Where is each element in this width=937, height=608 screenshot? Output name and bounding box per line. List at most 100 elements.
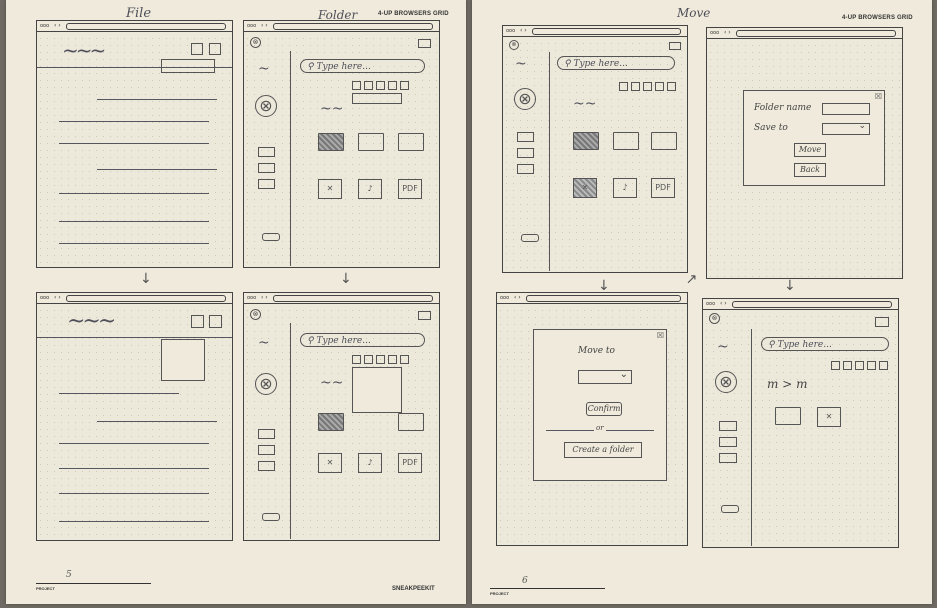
search-input[interactable]: ⚲ Type here... xyxy=(300,333,425,347)
sidebar-item[interactable] xyxy=(258,445,275,455)
nav-arrows[interactable]: ‹ › xyxy=(520,27,527,34)
image-icon[interactable]: ✕ xyxy=(318,453,342,473)
toggle-switch[interactable] xyxy=(262,513,280,521)
folder-icon[interactable] xyxy=(398,413,424,431)
toolbar-icon[interactable] xyxy=(843,361,852,370)
close-icon[interactable]: ⊗ xyxy=(709,313,720,324)
share-icon[interactable] xyxy=(191,315,204,328)
toolbar-icon[interactable] xyxy=(376,81,385,90)
url-bar[interactable] xyxy=(526,295,681,302)
toolbar-icon[interactable] xyxy=(388,355,397,364)
nav-arrows[interactable]: ‹ › xyxy=(54,22,61,29)
sidebar-item[interactable] xyxy=(719,453,737,463)
destination-select[interactable]: ⌄ xyxy=(578,369,632,384)
toolbar-icon[interactable] xyxy=(352,355,361,364)
nav-arrows[interactable]: ‹ › xyxy=(720,300,727,307)
image-icon[interactable]: ✕ xyxy=(573,178,597,198)
nav-arrows[interactable]: ‹ › xyxy=(261,294,268,301)
toolbar-icon[interactable] xyxy=(655,82,664,91)
url-bar[interactable] xyxy=(732,301,892,308)
toolbar-icon[interactable] xyxy=(376,355,385,364)
music-icon[interactable]: ♪ xyxy=(613,178,637,198)
folder-icon[interactable] xyxy=(775,407,801,425)
sidebar-item[interactable] xyxy=(719,421,737,431)
image-icon[interactable]: ✕ xyxy=(817,407,841,427)
search-input[interactable]: ⚲ Type here... xyxy=(761,337,889,351)
folder-icon[interactable] xyxy=(573,132,599,150)
pdf-icon[interactable]: PDF xyxy=(651,178,675,198)
url-bar[interactable] xyxy=(532,28,681,35)
toolbar-icon[interactable] xyxy=(400,355,409,364)
toolbar-icon[interactable] xyxy=(879,361,888,370)
pdf-icon[interactable]: PDF xyxy=(398,179,422,199)
music-icon[interactable]: ♪ xyxy=(358,179,382,199)
save-to-select[interactable]: ⌄ xyxy=(822,121,870,135)
folder-icon[interactable] xyxy=(358,133,384,151)
music-icon[interactable]: ♪ xyxy=(358,453,382,473)
edit-icon[interactable] xyxy=(209,43,221,55)
url-bar[interactable] xyxy=(66,295,226,302)
close-icon[interactable]: ☒ xyxy=(657,331,664,340)
sidebar-item[interactable] xyxy=(258,179,275,189)
nav-arrows[interactable]: ‹ › xyxy=(261,22,268,29)
close-icon[interactable]: ⊗ xyxy=(509,40,519,50)
toolbar-icon[interactable] xyxy=(667,82,676,91)
window-icon[interactable] xyxy=(418,39,431,48)
image-icon[interactable]: ✕ xyxy=(318,179,342,199)
window-icon[interactable] xyxy=(669,42,681,50)
sidebar-item[interactable] xyxy=(517,148,534,158)
close-icon[interactable]: ⊗ xyxy=(250,37,261,48)
url-bar[interactable] xyxy=(273,23,433,30)
sidebar-item[interactable] xyxy=(517,164,534,174)
selection-toolbar[interactable] xyxy=(352,93,402,104)
file-actions-toolbar[interactable] xyxy=(161,59,215,73)
toolbar-icon[interactable] xyxy=(400,81,409,90)
sidebar-item[interactable] xyxy=(258,461,275,471)
back-button[interactable]: Back xyxy=(794,163,826,177)
breadcrumb[interactable]: m > m xyxy=(767,377,807,391)
window-icon[interactable] xyxy=(418,311,431,320)
url-bar[interactable] xyxy=(66,23,226,30)
create-folder-button[interactable]: Create a folder xyxy=(564,442,642,458)
search-input[interactable]: ⚲ Type here... xyxy=(300,59,425,73)
window-icon[interactable] xyxy=(875,317,889,327)
toolbar-icon[interactable] xyxy=(831,361,840,370)
folder-icon[interactable] xyxy=(613,132,639,150)
toggle-switch[interactable] xyxy=(262,233,280,241)
move-button[interactable]: Move xyxy=(794,143,826,157)
url-bar[interactable] xyxy=(273,295,433,302)
pdf-icon[interactable]: PDF xyxy=(398,453,422,473)
share-popup[interactable] xyxy=(352,367,402,413)
folder-icon[interactable] xyxy=(318,413,344,431)
nav-arrows[interactable]: ‹ › xyxy=(514,294,521,301)
edit-icon[interactable] xyxy=(209,315,222,328)
sidebar-item[interactable] xyxy=(258,147,275,157)
confirm-button[interactable]: Confirm xyxy=(586,402,622,416)
folder-icon[interactable] xyxy=(318,133,344,151)
toolbar-icon[interactable] xyxy=(631,82,640,91)
toolbar-icon[interactable] xyxy=(619,82,628,91)
avatar-icon[interactable]: ⊗ xyxy=(715,371,737,393)
search-input[interactable]: ⚲ Type here... xyxy=(557,56,675,70)
toolbar-icon[interactable] xyxy=(364,81,373,90)
url-bar[interactable] xyxy=(736,30,896,37)
share-popup[interactable] xyxy=(161,339,205,381)
sidebar-item[interactable] xyxy=(719,437,737,447)
toolbar-icon[interactable] xyxy=(388,81,397,90)
toolbar-icon[interactable] xyxy=(364,355,373,364)
sidebar-item[interactable] xyxy=(258,163,275,173)
share-icon[interactable] xyxy=(191,43,203,55)
avatar-icon[interactable]: ⊗ xyxy=(514,88,536,110)
folder-icon[interactable] xyxy=(651,132,677,150)
close-icon[interactable]: ⊗ xyxy=(250,309,261,320)
folder-name-input[interactable] xyxy=(822,103,870,115)
sidebar-item[interactable] xyxy=(258,429,275,439)
toolbar-icon[interactable] xyxy=(352,81,361,90)
avatar-icon[interactable]: ⊗ xyxy=(255,95,277,117)
toggle-switch[interactable] xyxy=(521,234,539,242)
folder-icon[interactable] xyxy=(398,133,424,151)
toolbar-icon[interactable] xyxy=(643,82,652,91)
toggle-switch[interactable] xyxy=(721,505,739,513)
close-icon[interactable]: ☒ xyxy=(875,92,882,101)
nav-arrows[interactable]: ‹ › xyxy=(54,294,61,301)
